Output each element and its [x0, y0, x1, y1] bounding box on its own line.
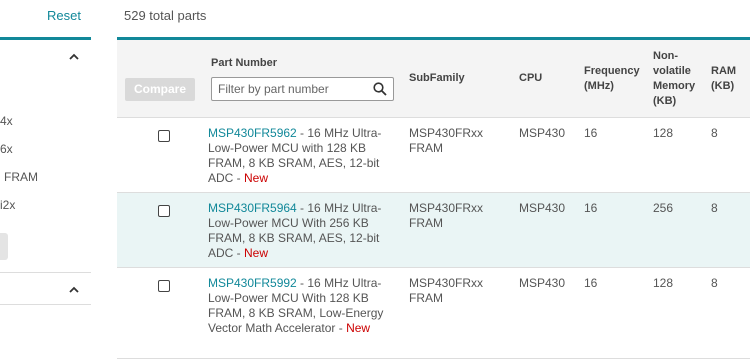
- new-badge: New: [244, 171, 269, 185]
- frequency-cell: 16: [584, 276, 598, 290]
- nvm-cell: 128: [653, 276, 674, 290]
- header-part-number[interactable]: Part Number: [211, 56, 277, 71]
- part-number-link[interactable]: MSP430FR5964: [208, 201, 297, 215]
- nvm-cell: 256: [653, 201, 674, 215]
- new-badge: New: [346, 321, 371, 335]
- filter-option[interactable]: 4x: [0, 114, 13, 128]
- table-row: MSP430FR5992 - 16 MHz Ultra-Low-Power MC…: [117, 268, 750, 359]
- compare-button[interactable]: Compare: [125, 78, 195, 101]
- cpu-cell: MSP430: [519, 126, 566, 140]
- header-cpu[interactable]: CPU: [519, 71, 542, 86]
- header-ram[interactable]: RAM (KB): [711, 64, 743, 94]
- table-header: Compare Part Number SubFamily CPU Freque…: [117, 40, 750, 118]
- search-icon[interactable]: [373, 82, 387, 96]
- reset-link[interactable]: Reset: [47, 8, 81, 23]
- compare-checkbox[interactable]: [158, 130, 170, 142]
- frequency-cell: 16: [584, 126, 598, 140]
- ram-cell: 8: [711, 126, 718, 140]
- frequency-cell: 16: [584, 201, 598, 215]
- header-nvm[interactable]: Non-volatile Memory (KB): [653, 49, 703, 109]
- part-number-link[interactable]: MSP430FR5992: [208, 276, 297, 290]
- table-row: MSP430FR5964 - 16 MHz Ultra-Low-Power MC…: [117, 193, 750, 268]
- new-badge: New: [244, 246, 269, 260]
- subfamily-cell: MSP430FRxx FRAM: [409, 201, 484, 230]
- part-description: MSP430FR5992 - 16 MHz Ultra-Low-Power MC…: [208, 276, 398, 336]
- ram-cell: 8: [711, 276, 718, 290]
- filter-option[interactable]: FRAM: [4, 170, 38, 184]
- compare-checkbox[interactable]: [158, 280, 170, 292]
- panel-top-bar: [0, 37, 91, 40]
- header-frequency[interactable]: Frequency (MHz): [584, 64, 644, 94]
- filter-apply-button[interactable]: [0, 233, 8, 260]
- total-parts-count: 529 total parts: [124, 8, 207, 23]
- header-subfamily[interactable]: SubFamily: [409, 71, 465, 86]
- table-row: MSP430FR5962 - 16 MHz Ultra-Low-Power MC…: [117, 118, 750, 193]
- part-number-link[interactable]: MSP430FR5962: [208, 126, 297, 140]
- part-description: MSP430FR5962 - 16 MHz Ultra-Low-Power MC…: [208, 126, 398, 186]
- cpu-cell: MSP430: [519, 276, 566, 290]
- panel-divider: [0, 304, 91, 305]
- filter-option[interactable]: i2x: [0, 198, 15, 212]
- subfamily-cell: MSP430FRxx FRAM: [409, 276, 484, 305]
- ram-cell: 8: [711, 201, 718, 215]
- subfamily-cell: MSP430FRxx FRAM: [409, 126, 484, 155]
- chevron-up-icon[interactable]: [68, 284, 80, 296]
- part-number-filter-input[interactable]: [212, 78, 362, 100]
- nvm-cell: 128: [653, 126, 674, 140]
- panel-divider: [0, 272, 91, 273]
- part-description: MSP430FR5964 - 16 MHz Ultra-Low-Power MC…: [208, 201, 398, 261]
- cpu-cell: MSP430: [519, 201, 566, 215]
- part-number-filter: [211, 77, 394, 101]
- chevron-up-icon[interactable]: [68, 51, 80, 63]
- compare-checkbox[interactable]: [158, 205, 170, 217]
- filter-option[interactable]: 6x: [0, 142, 13, 156]
